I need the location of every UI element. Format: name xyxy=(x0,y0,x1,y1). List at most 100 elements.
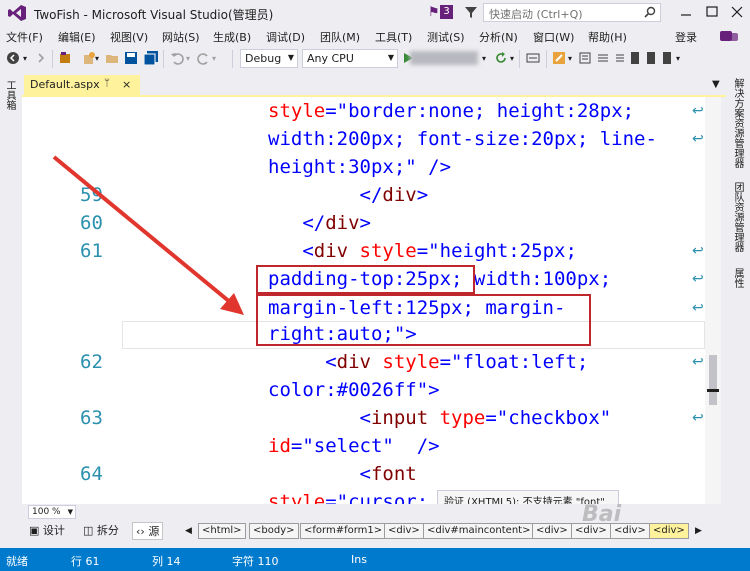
save-icon[interactable] xyxy=(124,51,138,65)
format-icon[interactable] xyxy=(578,51,592,65)
view-split-button[interactable]: ◫ 拆分 xyxy=(80,522,122,540)
menu-analyze[interactable]: 分析(N) xyxy=(479,29,518,45)
bookmark-next-icon[interactable] xyxy=(660,51,674,65)
breadcrumb-form1[interactable]: <form#form1> xyxy=(300,523,387,539)
redo-icon[interactable] xyxy=(197,51,211,65)
breadcrumb-div[interactable]: <div> xyxy=(571,523,611,539)
code-line: <font xyxy=(268,460,417,488)
properties-tab[interactable]: 属性 xyxy=(730,268,745,288)
back-icon[interactable] xyxy=(6,51,20,65)
status-column: 列 14 xyxy=(152,555,181,568)
maximize-icon[interactable] xyxy=(702,4,722,20)
refresh-dropdown-icon[interactable]: ▾ xyxy=(510,54,524,68)
breadcrumb-scroll-right-icon[interactable]: ▶ xyxy=(692,522,705,540)
redo-dropdown-icon[interactable]: ▾ xyxy=(212,54,226,68)
bookmark-icon[interactable] xyxy=(628,51,642,65)
toolbar-separator xyxy=(163,50,164,68)
redacted-region xyxy=(410,51,478,65)
open-folder-icon[interactable] xyxy=(105,51,119,65)
code-token: > xyxy=(416,184,429,206)
view-source-button[interactable]: ‹› 源 xyxy=(132,522,164,540)
annotation-box-margin xyxy=(256,294,591,346)
scrollbar-thumb[interactable] xyxy=(709,355,717,405)
menu-view[interactable]: 视图(V) xyxy=(110,29,148,45)
menu-file[interactable]: 文件(F) xyxy=(6,29,43,45)
save-all-icon[interactable] xyxy=(144,51,158,65)
close-tab-icon[interactable]: × xyxy=(122,78,131,91)
breadcrumb-div[interactable]: <div> xyxy=(610,523,650,539)
login-link[interactable]: 登录 xyxy=(675,29,697,45)
zoom-select[interactable]: 100 % ▼ xyxy=(28,505,76,519)
code-token: color:#0026ff xyxy=(268,379,417,401)
menu-build[interactable]: 生成(B) xyxy=(213,29,251,45)
comment-icon[interactable] xyxy=(596,51,610,65)
breadcrumb-div[interactable]: <div> xyxy=(532,523,572,539)
code-token: select xyxy=(313,435,383,457)
status-bar: 就绪 行 61 列 14 字符 110 Ins xyxy=(0,548,750,571)
status-ready: 就绪 xyxy=(6,555,28,568)
solution-explorer-tab[interactable]: 解决方案资源管理器 xyxy=(730,78,745,168)
code-token: type xyxy=(428,407,486,429)
breadcrumb-current[interactable]: <div> xyxy=(649,523,689,539)
find-icon[interactable] xyxy=(552,51,566,65)
browser-link-icon[interactable] xyxy=(526,51,540,65)
tab-default-aspx[interactable]: Default.aspx ᛘ × xyxy=(24,75,140,95)
code-token: checkbox xyxy=(508,407,600,429)
tab-label: Default.aspx xyxy=(30,78,100,91)
code-token: border:none; height:28px; xyxy=(348,100,635,122)
configuration-select[interactable]: Debug ▼ xyxy=(240,49,298,68)
feedback-icon[interactable] xyxy=(716,27,742,45)
chevron-down-icon: ▼ xyxy=(387,53,394,62)
breadcrumb-html[interactable]: <html> xyxy=(198,523,246,539)
view-design-button[interactable]: ▣ 设计 xyxy=(26,522,68,540)
code-line: width:200px; font-size:20px; line- xyxy=(268,125,657,153)
code-token: =" xyxy=(325,491,349,504)
word-wrap-icon: ↩ xyxy=(692,271,704,287)
vertical-scrollbar[interactable] xyxy=(705,97,721,504)
code-token: float:left; xyxy=(462,351,589,373)
code-editor[interactable]: style="border:none; height:28px; ↩ width:2… xyxy=(22,97,705,504)
uncomment-icon[interactable] xyxy=(612,51,626,65)
bookmark-prev-icon[interactable] xyxy=(644,51,658,65)
minimize-icon[interactable] xyxy=(676,4,696,20)
refresh-icon[interactable] xyxy=(494,51,508,65)
toolbar-separator xyxy=(232,50,233,68)
platform-select[interactable]: Any CPU ▼ xyxy=(302,49,398,68)
menu-window[interactable]: 窗口(W) xyxy=(533,29,574,45)
flag-icon[interactable]: ⚑ xyxy=(428,6,440,20)
notification-badge[interactable]: 3 xyxy=(440,5,453,19)
visual-studio-logo-icon xyxy=(8,5,26,21)
tab-list-dropdown-icon[interactable]: ▼ xyxy=(712,79,720,90)
breadcrumb-scroll-left-icon[interactable]: ◀ xyxy=(182,522,195,540)
menu-debug[interactable]: 调试(D) xyxy=(266,29,305,45)
breadcrumb-maincontent[interactable]: <div#maincontent> xyxy=(423,523,535,539)
menu-tools[interactable]: 工具(T) xyxy=(375,29,412,45)
menu-website[interactable]: 网站(S) xyxy=(162,29,200,45)
team-explorer-tab[interactable]: 团队资源管理器 xyxy=(730,182,745,252)
code-token: input xyxy=(370,407,429,429)
title-bar: TwoFish - Microsoft Visual Studio(管理员) ⚑… xyxy=(0,0,750,26)
breadcrumb-div[interactable]: <div> xyxy=(384,523,424,539)
filter-icon[interactable] xyxy=(464,5,478,19)
toolbox-tab[interactable]: 工具箱 xyxy=(3,80,17,110)
scroll-position-marker xyxy=(707,389,719,392)
menu-test[interactable]: 测试(S) xyxy=(427,29,465,45)
undo-icon[interactable] xyxy=(170,51,184,65)
code-line: <input type="checkbox" xyxy=(268,404,612,432)
menu-team[interactable]: 团队(M) xyxy=(320,29,360,45)
breadcrumb-body[interactable]: <body> xyxy=(249,523,299,539)
forward-icon[interactable] xyxy=(34,51,48,65)
new-project-icon[interactable] xyxy=(82,51,96,65)
pin-icon[interactable]: ᛘ xyxy=(104,78,110,89)
code-token: width:200px; font-size:20px; line- xyxy=(268,128,657,150)
solution-explorer-icon[interactable] xyxy=(58,51,72,65)
menu-help[interactable]: 帮助(H) xyxy=(588,29,627,45)
word-wrap-icon: ↩ xyxy=(692,300,704,316)
line-number: 61 xyxy=(80,240,103,262)
code-line: <div style="height:25px; xyxy=(268,237,577,265)
toolbar-options-icon[interactable]: ▾ xyxy=(676,54,690,68)
close-icon[interactable] xyxy=(727,4,747,20)
word-wrap-icon: ↩ xyxy=(692,103,704,119)
menu-edit[interactable]: 编辑(E) xyxy=(58,29,96,45)
quick-launch-input[interactable]: 快速启动 (Ctrl+Q) xyxy=(483,3,661,22)
